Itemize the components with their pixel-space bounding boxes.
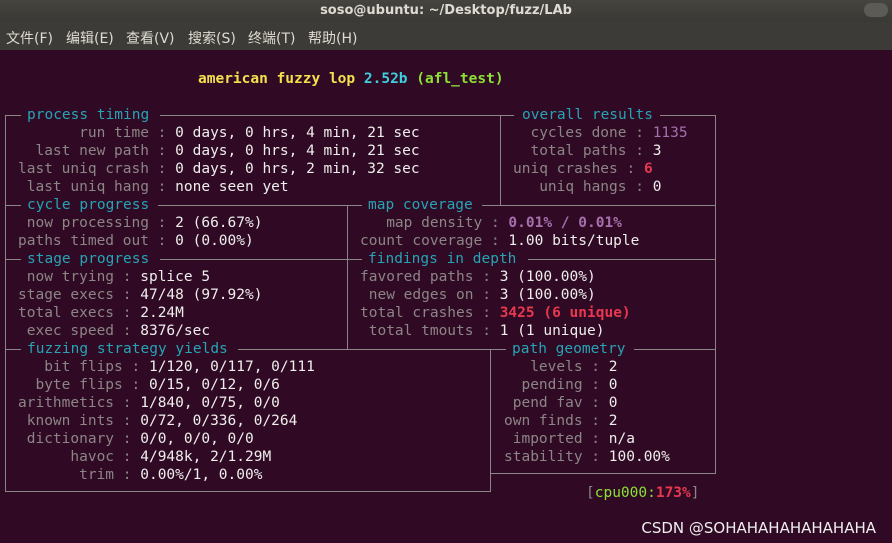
cpu-usage: [cpu000:173%] bbox=[586, 485, 700, 501]
stat-row: trim : 0.00%/1, 0.00% bbox=[18, 467, 263, 483]
border-line bbox=[158, 205, 362, 206]
stat-row: total paths : 3 bbox=[530, 143, 662, 159]
border-line bbox=[5, 349, 21, 350]
border-line bbox=[715, 115, 716, 474]
border-line bbox=[5, 259, 21, 260]
banner-target: (afl_test) bbox=[416, 71, 504, 87]
menu-bar: 文件(F) 编辑(E) 查看(V) 搜索(S) 终端(T) 帮助(H) bbox=[0, 22, 892, 50]
stat-row: bit flips : 1/120, 0/117, 0/111 bbox=[18, 359, 315, 375]
border-line bbox=[482, 205, 716, 206]
border-line bbox=[5, 491, 491, 492]
stat-row: byte flips : 0/15, 0/12, 0/6 bbox=[18, 377, 280, 393]
stat-row: havoc : 4/948k, 2/1.29M bbox=[18, 449, 272, 465]
section-map-coverage: map coverage bbox=[368, 197, 473, 213]
border-line bbox=[490, 349, 491, 492]
border-line bbox=[634, 349, 716, 350]
menu-file[interactable]: 文件(F) bbox=[6, 28, 53, 48]
stat-row: total crashes : 3425 (6 unique) bbox=[360, 305, 631, 321]
border-line bbox=[5, 115, 21, 116]
stat-row: stage execs : 47/48 (97.92%) bbox=[18, 287, 263, 303]
section-strategy-yields: fuzzing strategy yields bbox=[27, 341, 228, 357]
border-line bbox=[347, 205, 348, 349]
section-cycle-progress: cycle progress bbox=[27, 197, 150, 213]
csdn-watermark: CSDN @SOHAHAHAHAHAHAHA bbox=[641, 519, 876, 537]
stat-row: last uniq hang : none seen yet bbox=[18, 179, 289, 195]
stat-row: pend fav : 0 bbox=[504, 395, 618, 411]
section-overall-results: overall results bbox=[522, 107, 653, 123]
stat-row: paths timed out : 0 (0.00%) bbox=[18, 233, 254, 249]
stat-row: map density : 0.01% / 0.01% bbox=[360, 215, 622, 231]
section-process-timing: process timing bbox=[27, 107, 150, 123]
afl-banner: american fuzzy lop 2.52b (afl_test) bbox=[198, 70, 504, 88]
border-line bbox=[238, 349, 506, 350]
stat-row: known ints : 0/72, 0/336, 0/264 bbox=[18, 413, 298, 429]
stat-row: levels : 2 bbox=[504, 359, 618, 375]
stat-row: last new path : 0 days, 0 hrs, 4 min, 21… bbox=[18, 143, 420, 159]
menu-help[interactable]: 帮助(H) bbox=[308, 28, 357, 48]
stat-row: dictionary : 0/0, 0/0, 0/0 bbox=[18, 431, 254, 447]
section-stage-progress: stage progress bbox=[27, 251, 150, 267]
stat-row: now processing : 2 (66.67%) bbox=[18, 215, 263, 231]
banner-version: 2.52b bbox=[363, 71, 408, 87]
border-line bbox=[490, 473, 716, 474]
border-line bbox=[660, 115, 716, 116]
menu-terminal[interactable]: 终端(T) bbox=[248, 28, 295, 48]
section-findings: findings in depth bbox=[368, 251, 517, 267]
stat-row: favored paths : 3 (100.00%) bbox=[360, 269, 596, 285]
stat-row: total execs : 2.24M bbox=[18, 305, 184, 321]
border-line bbox=[528, 259, 716, 260]
stat-row: total tmouts : 1 (1 unique) bbox=[360, 323, 605, 339]
banner-prefix: american fuzzy lop bbox=[198, 71, 364, 87]
border-line bbox=[500, 115, 501, 205]
stat-row: run time : 0 days, 0 hrs, 4 min, 21 sec bbox=[18, 125, 420, 141]
stat-row: uniq crashes : 6 bbox=[513, 161, 653, 177]
stat-row: imported : n/a bbox=[504, 431, 635, 447]
window-title: soso@ubuntu: ~/Desktop/fuzz/LAb bbox=[320, 3, 572, 18]
stat-row: uniq hangs : 0 bbox=[530, 179, 662, 195]
menu-search[interactable]: 搜索(S) bbox=[188, 28, 236, 48]
border-line bbox=[5, 205, 21, 206]
border-line bbox=[5, 115, 6, 492]
stat-row: pending : 0 bbox=[504, 377, 618, 393]
window-titlebar: soso@ubuntu: ~/Desktop/fuzz/LAb bbox=[0, 0, 892, 22]
section-path-geometry: path geometry bbox=[512, 341, 626, 357]
stat-row: arithmetics : 1/840, 0/75, 0/0 bbox=[18, 395, 280, 411]
menu-edit[interactable]: 编辑(E) bbox=[66, 28, 114, 48]
stat-row: own finds : 2 bbox=[504, 413, 618, 429]
border-line bbox=[160, 115, 514, 116]
stat-row: stability : 100.00% bbox=[504, 449, 670, 465]
stat-row: count coverage : 1.00 bits/tuple bbox=[360, 233, 640, 249]
stat-row: exec speed : 8376/sec bbox=[18, 323, 211, 339]
stat-row: now trying : splice 5 bbox=[18, 269, 211, 285]
window-close-button[interactable] bbox=[864, 3, 888, 17]
stat-row: last uniq crash : 0 days, 0 hrs, 2 min, … bbox=[18, 161, 420, 177]
stat-row: new edges on : 3 (100.00%) bbox=[360, 287, 596, 303]
menu-view[interactable]: 查看(V) bbox=[126, 28, 175, 48]
terminal-area[interactable]: american fuzzy lop 2.52b (afl_test) proc… bbox=[0, 50, 892, 543]
border-line bbox=[160, 259, 362, 260]
stat-row: cycles done : 1135 bbox=[530, 125, 688, 141]
